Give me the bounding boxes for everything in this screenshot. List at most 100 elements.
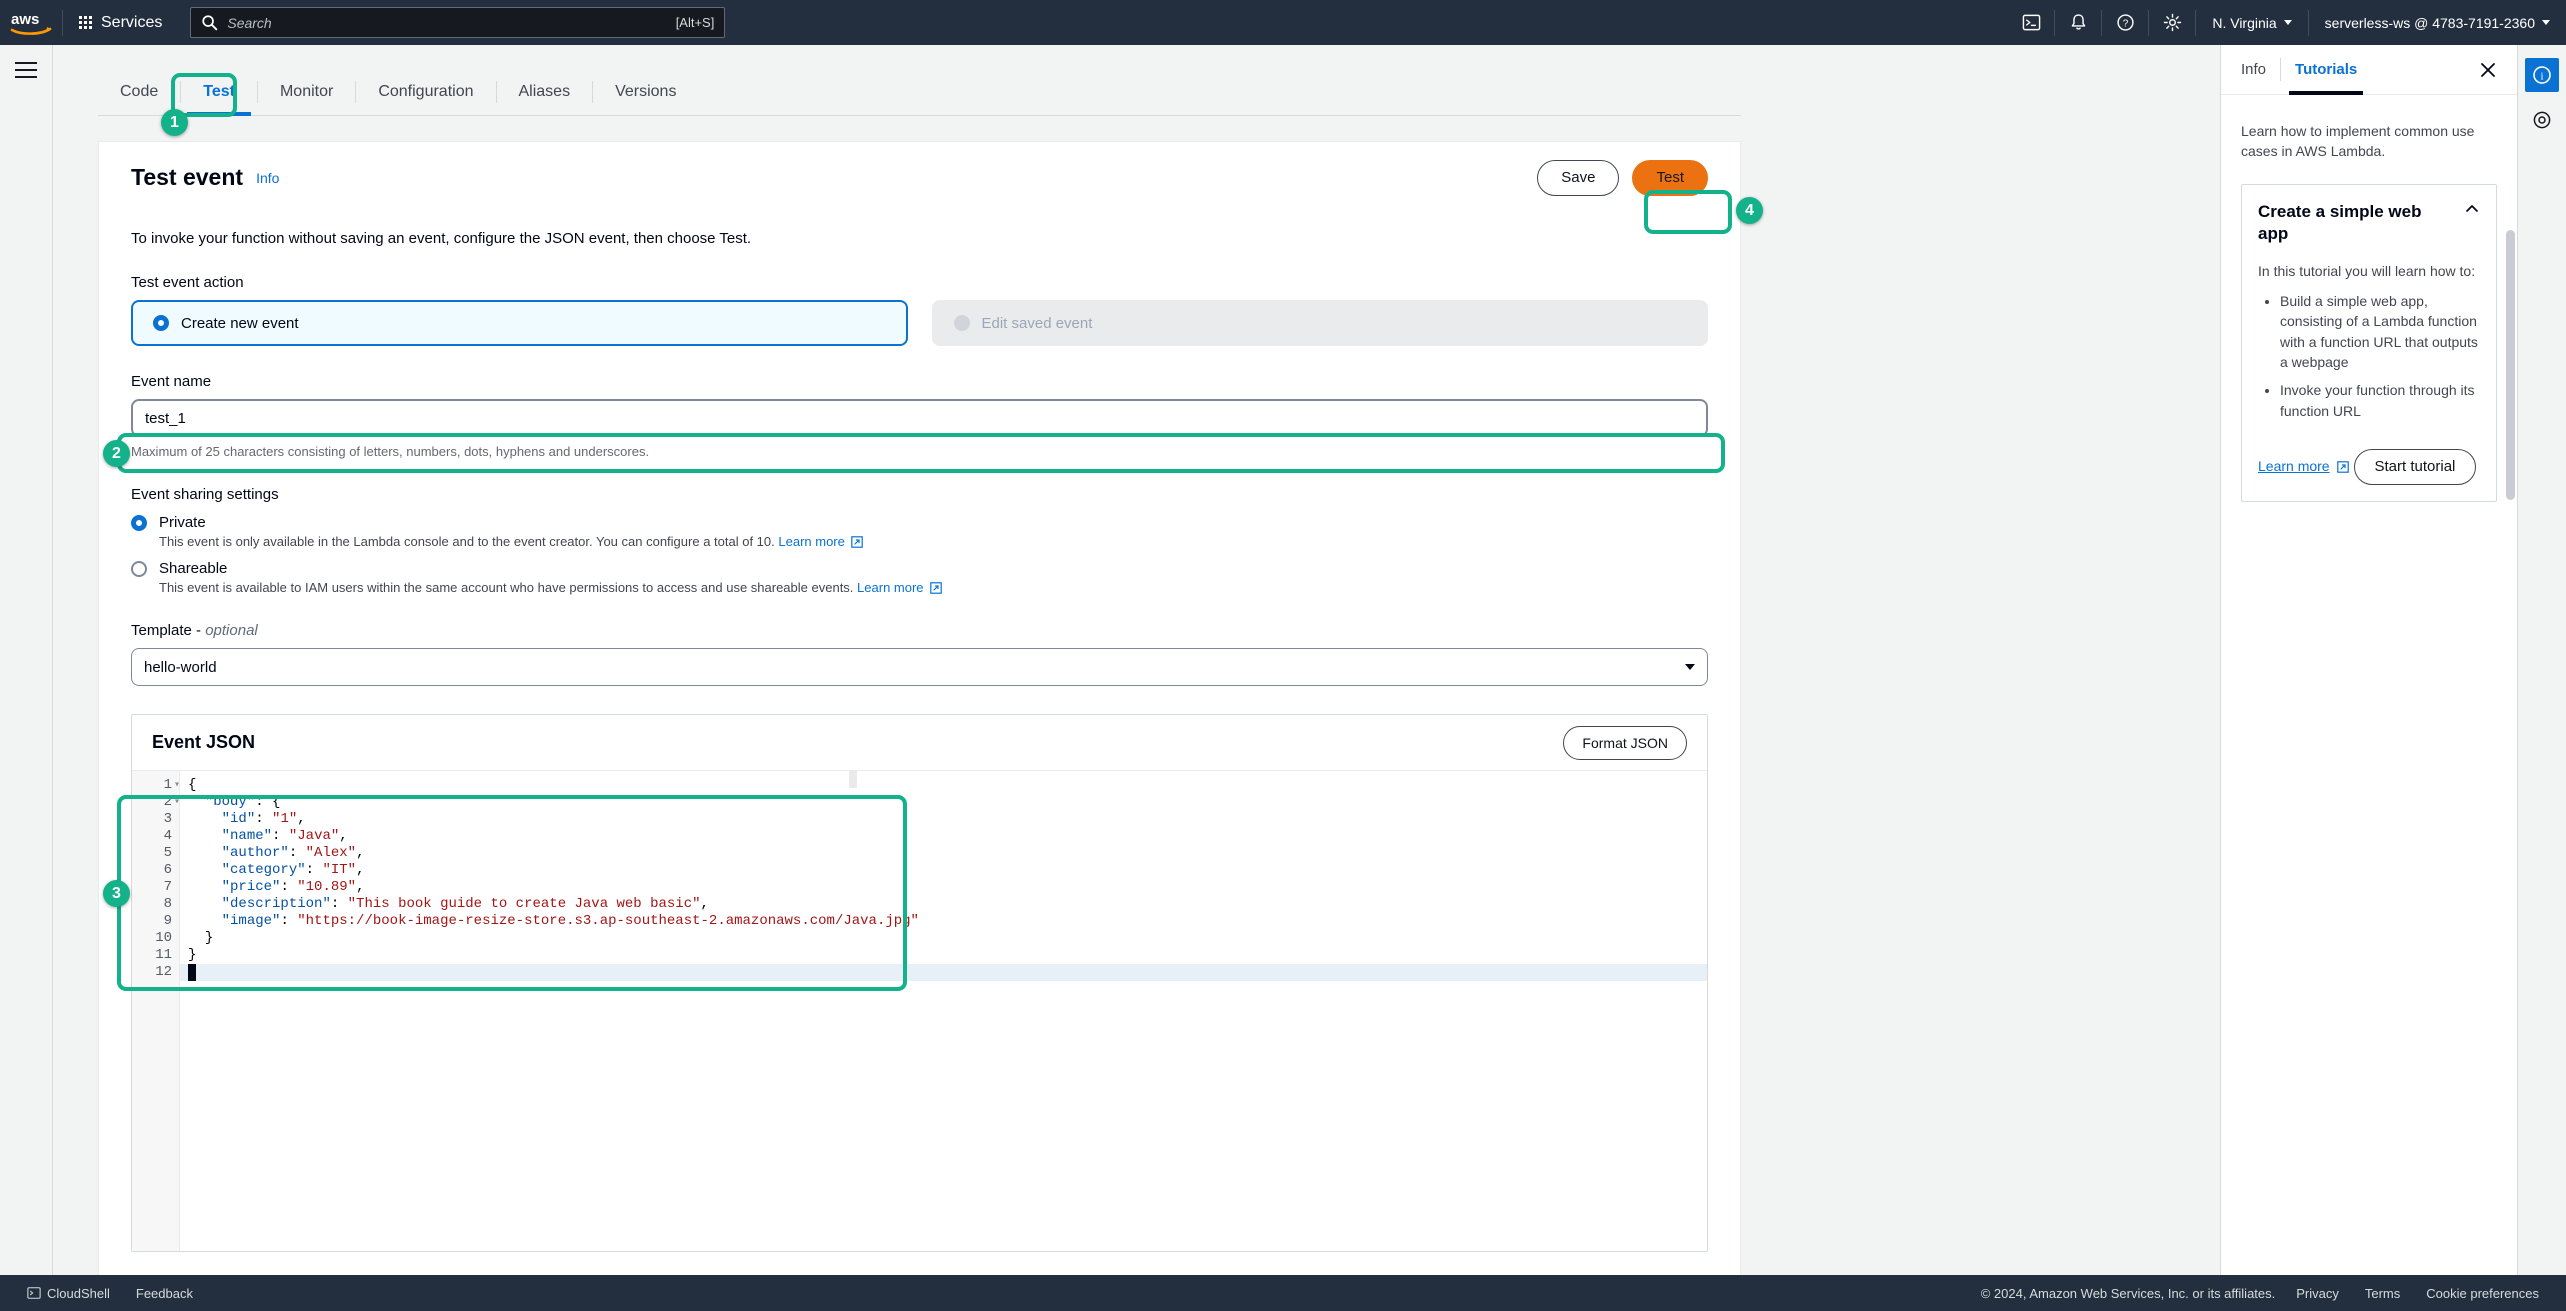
event-json-editor[interactable]: 1 ▾ 2 ▾ 3 4 5 6 7 8 9 10 11 12 { "body": { "id": "1",… [132, 771, 1707, 1251]
footer-cloudshell-button[interactable]: CloudShell [14, 1286, 123, 1301]
event-name-input[interactable] [131, 399, 1708, 437]
settings-gear-icon[interactable] [2149, 0, 2195, 45]
scrollbar-thumb[interactable] [2506, 230, 2515, 500]
tutorial-card-header[interactable]: Create a simple web app [2258, 201, 2480, 245]
shareable-learn-more-link[interactable]: Learn more [857, 580, 923, 595]
aws-logo[interactable]: aws [0, 0, 62, 45]
tab-code[interactable]: Code [98, 69, 180, 115]
account-menu[interactable]: serverless-ws @ 4783-7191-2360 [2309, 0, 2566, 45]
chevron-down-icon [2283, 20, 2292, 25]
help-panel-tabs: Info Tutorials [2221, 45, 2517, 95]
radio-shareable[interactable]: Shareable [131, 560, 1708, 577]
radio-selected-icon [131, 514, 147, 531]
info-link[interactable]: Info [256, 170, 279, 186]
template-select[interactable]: hello-world [131, 648, 1708, 686]
tab-info[interactable]: Info [2241, 45, 2280, 94]
footer-cookie-preferences-link[interactable]: Cookie preferences [2413, 1286, 2552, 1301]
footer-feedback-link[interactable]: Feedback [123, 1286, 206, 1301]
right-icon-rail: i [2517, 45, 2566, 1275]
tab-versions-label: Versions [615, 83, 677, 100]
tab-aliases-label: Aliases [518, 83, 571, 100]
tab-versions[interactable]: Versions [593, 69, 698, 115]
event-name-label: Event name [131, 373, 212, 390]
notifications-bell-icon[interactable] [2055, 0, 2101, 45]
svg-text:aws: aws [11, 11, 39, 28]
test-event-action-group: Create new event Edit saved event [131, 300, 1708, 346]
cloudshell-icon[interactable] [2008, 0, 2054, 45]
editor-line-number: 9 [163, 913, 172, 929]
annotation-badge-2: 2 [103, 440, 130, 467]
tab-info-label: Info [2241, 61, 2267, 78]
tab-code-label: Code [120, 83, 159, 100]
test-event-action-label: Test event action [131, 274, 244, 291]
tutorial-card: Create a simple web app In this tutorial… [2241, 183, 2497, 502]
external-link-icon [930, 582, 942, 594]
region-selector[interactable]: N. Virginia [2196, 0, 2307, 45]
footer-cloudshell-label: CloudShell [47, 1285, 110, 1301]
services-menu-button[interactable]: Services [63, 0, 178, 45]
global-search-bar[interactable]: [Alt+S] [190, 7, 726, 38]
tab-tutorials[interactable]: Tutorials [2281, 45, 2371, 95]
help-question-icon[interactable]: ? [2102, 0, 2148, 45]
page-scrollbar[interactable] [2504, 45, 2517, 1275]
editor-line-numbers: 1 ▾ 2 ▾ 3 4 5 6 7 8 9 10 11 12 [132, 771, 180, 1251]
editor-code-line: "id": "1", [221, 811, 306, 827]
radio-private[interactable]: Private [131, 514, 1708, 531]
event-json-header: Event JSON Format JSON [132, 715, 1707, 771]
tab-test[interactable]: Test [181, 69, 257, 116]
footer-copyright: © 2024, Amazon Web Services, Inc. or its… [1980, 1285, 2276, 1301]
footer-privacy-link[interactable]: Privacy [2283, 1286, 2352, 1301]
top-navigation-bar: aws Services [Alt+S] [0, 0, 2566, 45]
svg-text:?: ? [2123, 18, 2129, 29]
start-tutorial-button[interactable]: Start tutorial [2353, 448, 2477, 485]
editor-line-number: 1 ▾ [163, 777, 180, 793]
tutorials-panel-toggle-icon[interactable] [2525, 103, 2559, 137]
close-panel-button[interactable] [2479, 45, 2497, 94]
radio-selected-icon [153, 315, 169, 331]
radio-unselected-icon [131, 560, 147, 577]
annotation-badge-3: 3 [103, 880, 130, 907]
chevron-down-icon [1685, 664, 1695, 670]
event-json-title: Event JSON [152, 732, 256, 752]
info-panel-toggle-icon[interactable]: i [2525, 58, 2559, 92]
tab-monitor-label: Monitor [279, 83, 334, 100]
tab-aliases[interactable]: Aliases [497, 69, 593, 115]
tutorials-intro: Learn how to implement common use cases … [2241, 123, 2475, 160]
page-title: Test event [131, 164, 244, 190]
help-panel: Info Tutorials Learn how to implement co… [2220, 45, 2517, 1275]
editor-caret [188, 964, 196, 981]
tab-monitor[interactable]: Monitor [258, 69, 355, 115]
help-panel-body: Learn how to implement common use cases … [2221, 95, 2517, 528]
tab-configuration[interactable]: Configuration [356, 69, 495, 115]
main-content-area: Code Test Monitor Configuration Aliases … [53, 45, 2220, 1275]
region-label: N. Virginia [2212, 14, 2277, 31]
search-icon [202, 15, 218, 31]
editor-code-line: "price": "10.89", [221, 879, 365, 895]
search-input[interactable] [227, 14, 676, 31]
editor-line-number: 8 [163, 896, 172, 912]
radio-edit-saved-event: Edit saved event [931, 300, 1708, 346]
test-button[interactable]: Test [1632, 159, 1708, 196]
event-sharing-group: Private This event is only available in … [131, 514, 1708, 595]
tutorial-bullet: Invoke your function through its functio… [2280, 380, 2480, 421]
chevron-up-icon [2456, 201, 2480, 222]
radio-create-new-event[interactable]: Create new event [131, 300, 908, 346]
private-desc-text: This event is only available in the Lamb… [159, 534, 775, 549]
editor-code-lines[interactable]: { "body": { "id": "1", "name": "Java", "… [180, 771, 1707, 1251]
intro-text: To invoke your function without saving a… [131, 230, 752, 247]
radio-edit-saved-event-label: Edit saved event [981, 314, 1093, 332]
external-link-icon [2337, 461, 2349, 474]
left-navigation-rail [0, 45, 53, 1275]
footer-terms-link[interactable]: Terms [2352, 1286, 2413, 1301]
radio-disabled-icon [953, 315, 970, 331]
tutorial-learn-more-link[interactable]: Learn more [2258, 458, 2330, 474]
tab-test-label: Test [203, 83, 235, 100]
template-label-text: Template - [131, 622, 206, 639]
private-learn-more-link[interactable]: Learn more [778, 534, 844, 549]
save-button[interactable]: Save [1537, 159, 1620, 196]
menu-hamburger-icon[interactable] [15, 62, 37, 78]
event-name-hint: Maximum of 25 characters consisting of l… [131, 444, 650, 459]
format-json-button[interactable]: Format JSON [1563, 725, 1687, 760]
tutorial-bullet: Build a simple web app, consisting of a … [2280, 291, 2480, 372]
svg-text:i: i [2540, 71, 2543, 83]
